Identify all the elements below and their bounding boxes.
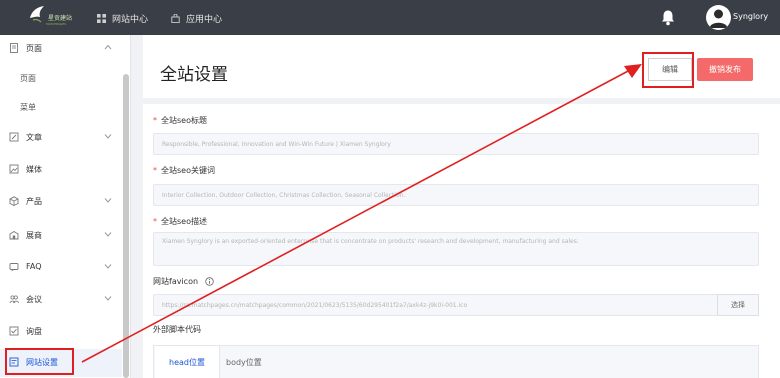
info-icon[interactable] xyxy=(204,277,214,286)
sidebar-item-label: 媒体 xyxy=(26,165,42,174)
unpublish-button[interactable]: 撤销发布 xyxy=(697,58,753,81)
seo-keywords-label: * 全站seo关键词 xyxy=(153,166,215,175)
top-bar: 星贡建站 MATCHPAGES 网站中心 应用中心 Synglory xyxy=(0,0,780,35)
nav-app-center[interactable]: 应用中心 xyxy=(171,10,222,26)
chevron-down-icon[interactable] xyxy=(104,197,112,203)
bird-logo-icon xyxy=(30,6,44,23)
chevron-down-icon[interactable] xyxy=(104,231,112,237)
header-divider xyxy=(143,98,780,104)
nav-site-center-label: 网站中心 xyxy=(112,14,149,25)
sidebar-item-media[interactable]: 媒体 xyxy=(0,156,122,184)
sidebar-item-label: 页面 xyxy=(26,44,42,53)
username[interactable]: Synglory xyxy=(733,12,768,21)
page-icon xyxy=(10,43,18,53)
bag-icon xyxy=(171,13,180,23)
sidebar-item-articles[interactable]: 文章 xyxy=(0,124,122,152)
chevron-down-icon[interactable] xyxy=(104,263,112,269)
logo-subtext: MATCHPAGES xyxy=(46,22,67,26)
media-icon xyxy=(9,164,19,174)
sidebar-item-products[interactable]: 产品 xyxy=(0,188,122,216)
script-tabs: head位置 body位置 xyxy=(153,345,759,378)
seo-description-label: * 全站seo描述 xyxy=(153,217,207,226)
product-icon xyxy=(9,196,19,206)
sidebar-item-inquiries[interactable]: 询盘 xyxy=(0,318,122,346)
article-icon xyxy=(9,132,19,142)
seo-keywords-input[interactable]: Interior Collection, Outdoor Collection,… xyxy=(153,184,759,206)
sidebar-item-label: 产品 xyxy=(26,197,42,206)
sidebar-subitem-menu[interactable]: 菜单 xyxy=(20,102,36,113)
tab-head-position[interactable]: head位置 xyxy=(155,346,220,378)
inquiry-icon xyxy=(9,326,19,336)
sidebar-scrollbar[interactable] xyxy=(123,74,129,378)
sidebar-item-label: 文章 xyxy=(26,133,42,142)
exhibitor-icon xyxy=(9,230,19,240)
sidebar-item-label: 询盘 xyxy=(26,327,42,336)
site-settings-highlight xyxy=(5,348,74,375)
user-icon xyxy=(709,9,728,28)
sidebar-item-label: FAQ xyxy=(26,262,42,271)
choose-file-button[interactable]: 选择 xyxy=(717,294,759,316)
sidebar-item-faq[interactable]: FAQ xyxy=(0,254,122,282)
edit-button-highlight xyxy=(642,52,694,88)
external-script-label: 外部脚本代码 xyxy=(153,325,201,334)
favicon-input[interactable]: https://ss.matchpages.cn/matchpages/comm… xyxy=(153,294,718,316)
nav-app-center-label: 应用中心 xyxy=(186,14,223,25)
chevron-down-icon[interactable] xyxy=(104,133,112,139)
seo-title-label: * 全站seo标题 xyxy=(153,116,207,125)
tab-body-position[interactable]: body位置 xyxy=(226,346,262,378)
sidebar-item-label: 展商 xyxy=(26,231,42,240)
bell-icon[interactable] xyxy=(660,9,676,26)
favicon-label: 网站favicon xyxy=(153,276,214,287)
sidebar: 页面 页面 菜单 文章 媒体 产品 展商 FAQ 会议 询盘 网站设置 xyxy=(0,35,131,378)
logo-text: 星贡建站 xyxy=(48,15,73,22)
sidebar-item-meetings[interactable]: 会议 xyxy=(0,286,122,314)
avatar[interactable] xyxy=(706,5,731,30)
sidebar-item-pages[interactable]: 页面 xyxy=(0,35,122,63)
chevron-up-icon[interactable] xyxy=(104,44,112,50)
meeting-icon xyxy=(9,295,19,304)
sidebar-item-label: 会议 xyxy=(26,295,42,304)
faq-icon xyxy=(9,263,19,272)
page-title: 全站设置 xyxy=(160,65,228,85)
nav-site-center[interactable]: 网站中心 xyxy=(97,10,148,26)
sidebar-item-exhibitors[interactable]: 展商 xyxy=(0,222,122,250)
logo[interactable]: 星贡建站 MATCHPAGES xyxy=(28,4,73,32)
chevron-down-icon[interactable] xyxy=(104,295,112,301)
main-panel: 全站设置 编辑 撤销发布 * 全站seo标题 Responsible, Profe… xyxy=(143,35,780,378)
seo-description-textarea[interactable]: Xiamen Synglory is an exported-oriented … xyxy=(153,232,759,266)
grid-icon xyxy=(97,13,106,23)
sidebar-subitem-pages[interactable]: 页面 xyxy=(20,73,36,84)
seo-title-input[interactable]: Responsible, Professional, Innovation an… xyxy=(153,133,759,155)
